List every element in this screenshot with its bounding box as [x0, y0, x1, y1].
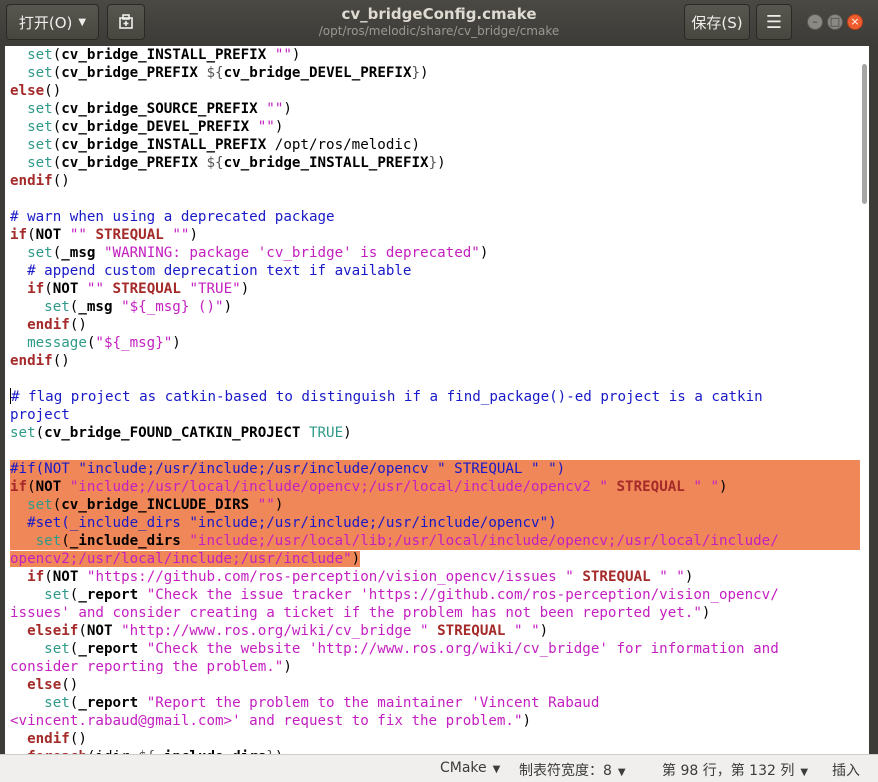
code-line: # flag project as catkin-based to distin…	[10, 388, 865, 406]
menu-icon: ☰	[765, 11, 783, 33]
minimize-icon: –	[812, 15, 818, 28]
code-line: consider reporting the problem.")	[10, 659, 292, 675]
code-line: set(_msg "${_msg} ()")	[10, 299, 233, 315]
code-line: endif()	[27, 731, 87, 747]
language-selector[interactable]: CMake ▼	[440, 760, 500, 776]
code-line: if(NOT "https://github.com/ros-perceptio…	[27, 569, 694, 585]
chevron-down-icon: ▼	[617, 767, 626, 778]
status-bar: CMake ▼ 制表符宽度：8 ▼ 第 98 行，第 132 列 ▼ 插入	[0, 754, 878, 782]
text-editor[interactable]: set(cv_bridge_INSTALL_PREFIX "") set(cv_…	[5, 46, 869, 754]
code-line: <vincent.rabaud@gmail.com>' and request …	[10, 713, 532, 729]
close-button[interactable]: ×	[847, 14, 863, 30]
code-line: set(_report "Report the problem to the m…	[10, 695, 600, 711]
code-line: set(cv_bridge_INSTALL_PREFIX "")	[10, 47, 301, 63]
code-line: set(_report "Check the website 'http://w…	[10, 641, 779, 657]
code-line: message("${_msg}")	[10, 335, 181, 351]
code-line: endif()	[10, 173, 70, 189]
code-line: set(cv_bridge_FOUND_CATKIN_PROJECT TRUE)	[10, 425, 352, 441]
code-line: if(NOT "" STREQUAL "TRUE")	[27, 281, 250, 297]
comment-text: # flag project as catkin-based to distin…	[11, 389, 763, 405]
minimize-button[interactable]: –	[807, 14, 823, 30]
code-line: else()	[27, 677, 79, 693]
window-title: cv_bridgeConfig.cmake	[341, 5, 537, 23]
header-bar: 打开(O) ▼ cv_bridgeConfig.cmake /opt/ros/m…	[0, 0, 878, 47]
code-line-selected: #if(NOT "include;/usr/include;/usr/inclu…	[10, 460, 865, 478]
hamburger-menu-button[interactable]: ☰	[756, 4, 792, 40]
code-line: endif()	[27, 317, 87, 333]
open-label: 打开(O)	[18, 13, 73, 32]
code-line: set(_report "Check the issue tracker 'ht…	[10, 587, 779, 603]
cursor-position-selector[interactable]: 第 98 行，第 132 列 ▼	[662, 760, 808, 780]
code-line: set(_msg "WARNING: package 'cv_bridge' i…	[10, 245, 489, 261]
code-line: else()	[10, 83, 62, 99]
code-line: project	[10, 407, 70, 423]
code-line: set(cv_bridge_INSTALL_PREFIX /opt/ros/me…	[10, 137, 421, 153]
file-path: /opt/ros/melodic/share/cv_bridge/cmake	[318, 24, 560, 38]
insert-mode-indicator[interactable]: 插入	[832, 760, 860, 780]
vertical-scrollbar[interactable]	[860, 46, 869, 754]
code-line-selected: #set(_include_dirs "include;/usr/include…	[10, 514, 865, 532]
tab-width-label: 制表符宽度：8	[519, 763, 612, 779]
save-button[interactable]: 保存(S)	[684, 4, 750, 40]
code-line: set(cv_bridge_DEVEL_PREFIX "")	[10, 119, 284, 135]
scrollbar-thumb[interactable]	[862, 64, 867, 204]
language-label: CMake	[440, 760, 487, 776]
open-button[interactable]: 打开(O) ▼	[6, 4, 99, 40]
code-lines: set(cv_bridge_INSTALL_PREFIX "") set(cv_…	[10, 46, 865, 754]
code-line-selected: set(_include_dirs "include;/usr/local/li…	[10, 532, 865, 550]
code-line: # append custom deprecation text if avai…	[10, 263, 412, 279]
maximize-button[interactable]: □	[827, 14, 843, 30]
chevron-down-icon: ▼	[492, 764, 501, 775]
code-line: set(cv_bridge_SOURCE_PREFIX "")	[10, 101, 292, 117]
code-line: # warn when using a deprecated package	[10, 209, 335, 225]
code-line-selected: set(cv_bridge_INCLUDE_DIRS "")	[10, 496, 865, 514]
code-line: if(NOT "" STREQUAL "")	[10, 227, 198, 243]
code-line: set(cv_bridge_PREFIX ${cv_bridge_DEVEL_P…	[10, 65, 429, 81]
code-line: issues' and consider creating a ticket i…	[10, 605, 711, 621]
code-line: set(cv_bridge_PREFIX ${cv_bridge_INSTALL…	[10, 155, 446, 171]
cursor-position-label: 第 98 行，第 132 列	[662, 763, 795, 779]
tab-width-selector[interactable]: 制表符宽度：8 ▼	[519, 760, 626, 780]
code-line: opencv2;/usr/local/include;/usr/include"…	[10, 551, 361, 567]
new-tab-icon	[119, 14, 133, 29]
maximize-icon: □	[829, 15, 841, 28]
chevron-down-icon: ▼	[78, 16, 87, 28]
window-border-right	[869, 46, 878, 754]
new-document-button[interactable]	[107, 4, 145, 40]
close-icon: ×	[850, 15, 860, 28]
code-line: endif()	[10, 353, 70, 369]
code-line-selected: if(NOT "include;/usr/local/include/openc…	[10, 478, 865, 496]
code-line: elseif(NOT "http://www.ros.org/wiki/cv_b…	[27, 623, 549, 639]
chevron-down-icon: ▼	[800, 767, 809, 778]
